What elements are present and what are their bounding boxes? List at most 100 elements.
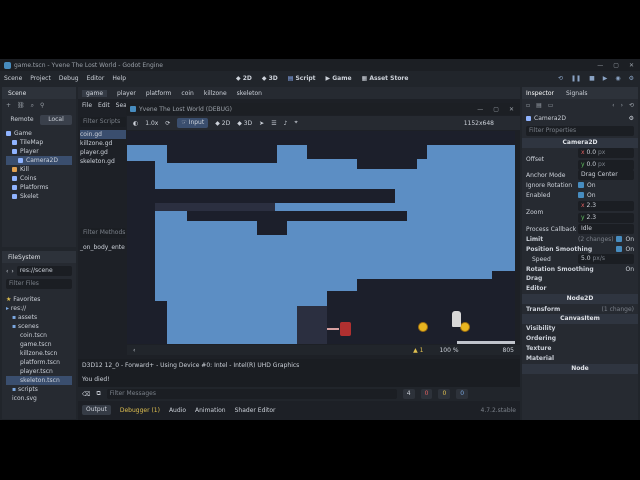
fs-icon[interactable]: icon.svg [6,394,72,403]
bottom-tab-audio[interactable]: Audio [169,407,186,414]
script-item[interactable]: player.gd [80,148,126,157]
fs-scripts[interactable]: ▪ scripts [6,385,72,394]
audio-icon[interactable]: ♪ [284,120,288,127]
menu-help[interactable]: Help [108,75,130,82]
select-3d-toggle[interactable]: ◆ 3D [237,120,252,127]
filesystem-dock-tab[interactable]: FileSystem [2,251,76,263]
editor-zoom[interactable]: 100 % [439,347,458,354]
game-zoom[interactable]: 1.0x [145,120,158,127]
save-icon[interactable]: ▭ [548,102,554,109]
fs-file[interactable]: killzone.tscn [6,349,72,358]
inspector-object[interactable]: Camera2D ⚙ [522,112,638,124]
group-position-smoothing[interactable]: Position Smoothing On [522,244,638,254]
fs-file[interactable]: platform.tscn [6,358,72,367]
signals-tab[interactable]: Signals [566,90,588,97]
offset-y-field[interactable]: y 0.0 px [578,160,634,170]
group-transform[interactable]: Transform (1 change) [522,304,638,314]
link-icon[interactable]: ⛓ [17,102,25,110]
select-2d-toggle[interactable]: ◆ 2D [215,120,230,127]
maximize-icon[interactable]: ▢ [493,106,499,113]
back-icon[interactable]: ‹ [6,268,8,275]
bottom-tab-shader[interactable]: Shader Editor [235,407,276,414]
search-icon[interactable]: ⌕ [31,102,34,110]
script-menu-file[interactable]: File [82,102,92,109]
main-screen-script[interactable]: ▤ Script [288,75,316,82]
forward-icon[interactable]: › [11,268,13,275]
minimize-icon[interactable]: — [477,106,483,113]
group-drag[interactable]: Drag [522,274,638,284]
inspector-tab[interactable]: Inspector [526,90,554,97]
fs-file[interactable]: coin.tscn [6,331,72,340]
zoom-y-field[interactable]: y 2.3 [578,213,634,223]
methods-filter-input[interactable]: Filter Methods [80,228,126,238]
script-item[interactable]: killzone.gd [80,139,126,148]
main-screen-2d[interactable]: ◆ 2D [236,75,252,82]
fs-filter-input[interactable]: Filter Files [6,279,72,289]
bottom-tab-output[interactable]: Output [82,405,111,415]
bottom-tab-debugger[interactable]: Debugger (1) [120,407,160,414]
fs-file[interactable]: player.tscn [6,367,72,376]
group-rotation-smoothing[interactable]: Rotation Smoothing On [522,264,638,274]
ignore-rotation-checkbox[interactable] [578,182,584,188]
script-item[interactable]: coin.gd [80,130,126,139]
output-filter-input[interactable]: Filter Messages [106,389,397,399]
game-viewport[interactable] [127,131,515,344]
script-menu-edit[interactable]: Edit [98,102,110,109]
fs-file[interactable]: game.tscn [6,340,72,349]
speed-field[interactable]: 5.0 px/s [578,254,634,264]
history-icon[interactable]: ⟲ [629,102,634,109]
group-limit[interactable]: Limit (2 changes) On [522,234,638,244]
tree-node-skelet[interactable]: Skelet [6,192,72,201]
tree-node-tilemap[interactable]: TileMap [6,138,72,147]
main-screen-3d[interactable]: ◆ 3D [262,75,278,82]
list-select-icon[interactable]: ☰ [271,120,276,127]
info-count[interactable]: 0 [456,389,469,399]
script-tab-player[interactable]: player [117,90,136,97]
refresh-icon[interactable]: ⟳ [165,120,170,127]
tree-node-camera2d[interactable]: Camera2D [6,156,72,165]
object-menu-icon[interactable]: ⚙ [629,115,634,122]
minimize-icon[interactable]: — [597,62,603,69]
group-ordering[interactable]: Ordering [522,334,638,344]
tree-node-coins[interactable]: Coins [6,174,72,183]
movie-icon[interactable]: ◉ [615,75,620,82]
fs-favorites[interactable]: ★ Favorites [6,295,72,304]
local-button[interactable]: Local [40,115,72,125]
camera-icon[interactable]: ⌖ [294,119,297,127]
menu-project[interactable]: Project [26,75,55,82]
fs-assets[interactable]: ▪ assets [6,313,72,322]
script-tab-game[interactable]: game [82,89,108,97]
group-editor[interactable]: Editor [522,284,638,294]
tree-node-platforms[interactable]: Platforms [6,183,72,192]
add-node-icon[interactable]: + [6,102,11,110]
clear-icon[interactable]: ⌫ [82,391,90,398]
camera-override-icon[interactable]: ◐ [133,120,138,127]
zoom-x-field[interactable]: x 2.3 [578,201,634,211]
history-forward-icon[interactable]: › [621,102,623,109]
copy-icon[interactable]: ⧉ [96,390,100,398]
property-filter-input[interactable]: Filter Properties [526,126,634,136]
stop-icon[interactable]: ■ [589,75,595,82]
fs-file-selected[interactable]: skeleton.tscn [6,376,72,385]
warning-indicator[interactable]: ▲ 1 [413,347,423,354]
scripts-filter-input[interactable]: Filter Scripts [80,117,126,127]
select-mode-icon[interactable]: ➤ [259,120,264,127]
fs-scenes[interactable]: ▪ scenes [6,322,72,331]
close-icon[interactable]: ✕ [509,106,514,113]
anchor-mode-select[interactable]: Drag Center [578,170,634,180]
group-texture[interactable]: Texture [522,344,638,354]
remote-debug-icon[interactable]: ⟲ [558,75,563,82]
script-tab-killzone[interactable]: killzone [204,90,227,97]
position-smoothing-checkbox[interactable] [616,246,623,252]
settings-icon[interactable]: ⚙ [629,75,634,82]
method-item[interactable]: _on_body_ente [80,244,126,251]
remote-button[interactable]: Remote [6,115,38,125]
main-screen-assetlib[interactable]: ▦ Asset Store [362,75,409,82]
tree-node-game[interactable]: Game [6,129,72,138]
script-tab-skeleton[interactable]: skeleton [237,90,262,97]
close-icon[interactable]: ✕ [629,62,634,69]
log-count[interactable]: 4 [402,389,415,399]
warning-count[interactable]: 0 [438,389,451,399]
group-material[interactable]: Material [522,354,638,364]
tree-node-kill[interactable]: Kill [6,165,72,174]
